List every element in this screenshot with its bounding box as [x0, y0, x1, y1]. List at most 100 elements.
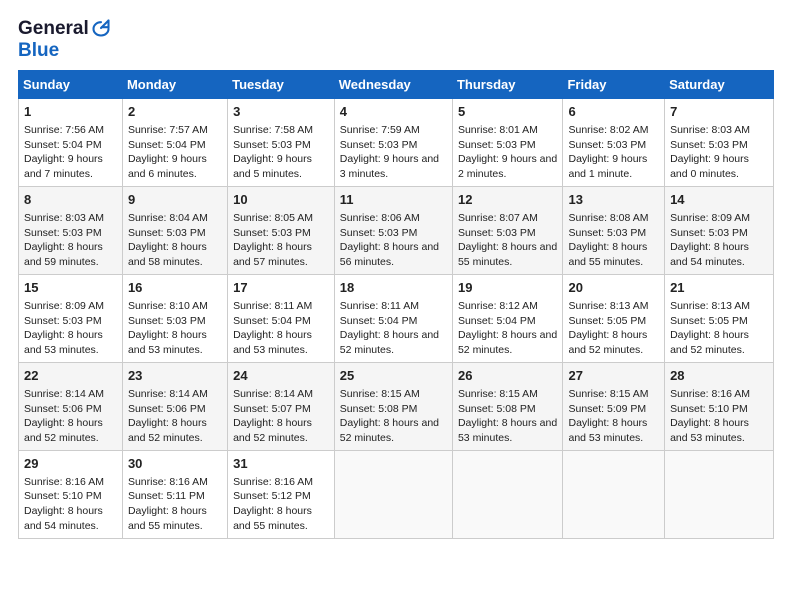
calendar-week-row: 22Sunrise: 8:14 AMSunset: 5:06 PMDayligh…: [19, 362, 774, 450]
sunset-text: Sunset: 5:03 PM: [670, 227, 748, 239]
daylight-text: Daylight: 8 hours and 58 minutes.: [128, 241, 207, 268]
daylight-text: Daylight: 8 hours and 52 minutes.: [458, 329, 557, 356]
sunrise-text: Sunrise: 8:16 AM: [233, 476, 313, 488]
calendar-cell: 9Sunrise: 8:04 AMSunset: 5:03 PMDaylight…: [122, 186, 227, 274]
daylight-text: Daylight: 8 hours and 55 minutes.: [458, 241, 557, 268]
day-number: 19: [458, 279, 558, 297]
calendar-cell: [563, 450, 665, 538]
sunset-text: Sunset: 5:05 PM: [670, 315, 748, 327]
sunrise-text: Sunrise: 8:01 AM: [458, 124, 538, 136]
sunset-text: Sunset: 5:03 PM: [340, 227, 418, 239]
col-header-friday: Friday: [563, 70, 665, 98]
sunset-text: Sunset: 5:03 PM: [458, 139, 536, 151]
sunset-text: Sunset: 5:05 PM: [568, 315, 646, 327]
day-number: 13: [568, 191, 659, 209]
daylight-text: Daylight: 8 hours and 52 minutes.: [340, 417, 439, 444]
sunset-text: Sunset: 5:10 PM: [24, 490, 102, 502]
sunset-text: Sunset: 5:03 PM: [24, 227, 102, 239]
day-number: 18: [340, 279, 447, 297]
calendar-cell: 27Sunrise: 8:15 AMSunset: 5:09 PMDayligh…: [563, 362, 665, 450]
day-number: 28: [670, 367, 768, 385]
daylight-text: Daylight: 8 hours and 52 minutes.: [340, 329, 439, 356]
logo: General Blue: [18, 18, 111, 62]
sunset-text: Sunset: 5:03 PM: [458, 227, 536, 239]
day-number: 12: [458, 191, 558, 209]
daylight-text: Daylight: 8 hours and 53 minutes.: [128, 329, 207, 356]
sunrise-text: Sunrise: 8:14 AM: [233, 388, 313, 400]
sunrise-text: Sunrise: 8:10 AM: [128, 300, 208, 312]
calendar-cell: 21 Sunrise: 8:13 AM Sunset: 5:05 PM Dayligh…: [665, 274, 774, 362]
sunset-text: Sunset: 5:07 PM: [233, 403, 311, 415]
day-number: 21: [670, 279, 768, 297]
calendar-cell: 2Sunrise: 7:57 AMSunset: 5:04 PMDaylight…: [122, 98, 227, 186]
daylight-text: Daylight: 8 hours and 55 minutes.: [233, 505, 312, 532]
calendar-cell: 16Sunrise: 8:10 AMSunset: 5:03 PMDayligh…: [122, 274, 227, 362]
sunset-text: Sunset: 5:08 PM: [340, 403, 418, 415]
daylight-text: Daylight: 9 hours and 2 minutes.: [458, 153, 557, 180]
day-number: 20: [568, 279, 659, 297]
day-number: 26: [458, 367, 558, 385]
sunrise-text: Sunrise: 7:57 AM: [128, 124, 208, 136]
sunset-text: Sunset: 5:11 PM: [128, 490, 205, 502]
daylight-text: Daylight: 9 hours and 1 minute.: [568, 153, 647, 180]
calendar-cell: 20 Sunrise: 8:13 AM Sunset: 5:05 PM Dayligh…: [563, 274, 665, 362]
day-number: 7: [670, 103, 768, 121]
logo-icon: [91, 18, 111, 38]
daylight-text: Daylight: 8 hours and 56 minutes.: [340, 241, 439, 268]
calendar-cell: 4Sunrise: 7:59 AMSunset: 5:03 PMDaylight…: [334, 98, 452, 186]
sunrise-text: Sunrise: 8:09 AM: [670, 212, 750, 224]
calendar-cell: 14Sunrise: 8:09 AMSunset: 5:03 PMDayligh…: [665, 186, 774, 274]
sunrise-text: Sunrise: 8:15 AM: [458, 388, 538, 400]
sunrise-text: Sunrise: 8:14 AM: [24, 388, 104, 400]
sunrise-text: Sunrise: 7:59 AM: [340, 124, 420, 136]
day-number: 22: [24, 367, 117, 385]
daylight-text: Daylight: 8 hours and 53 minutes.: [458, 417, 557, 444]
calendar-cell: 22Sunrise: 8:14 AMSunset: 5:06 PMDayligh…: [19, 362, 123, 450]
sunrise-text: Sunrise: 8:08 AM: [568, 212, 648, 224]
daylight-text: Daylight: 8 hours and 52 minutes.: [670, 329, 749, 356]
calendar-cell: 13Sunrise: 8:08 AMSunset: 5:03 PMDayligh…: [563, 186, 665, 274]
daylight-text: Daylight: 8 hours and 53 minutes.: [24, 329, 103, 356]
day-number: 15: [24, 279, 117, 297]
day-number: 27: [568, 367, 659, 385]
day-number: 16: [128, 279, 222, 297]
day-number: 10: [233, 191, 329, 209]
calendar-cell: 30Sunrise: 8:16 AMSunset: 5:11 PMDayligh…: [122, 450, 227, 538]
sunrise-text: Sunrise: 8:02 AM: [568, 124, 648, 136]
day-number: 25: [340, 367, 447, 385]
day-number: 4: [340, 103, 447, 121]
sunrise-text: Sunrise: 8:12 AM: [458, 300, 538, 312]
sunrise-text: Sunrise: 8:13 AM: [670, 300, 750, 312]
calendar-cell: 31Sunrise: 8:16 AMSunset: 5:12 PMDayligh…: [228, 450, 335, 538]
sunrise-text: Sunrise: 8:13 AM: [568, 300, 648, 312]
daylight-text: Daylight: 9 hours and 6 minutes.: [128, 153, 207, 180]
col-header-tuesday: Tuesday: [228, 70, 335, 98]
daylight-text: Daylight: 8 hours and 59 minutes.: [24, 241, 103, 268]
calendar-cell: 23Sunrise: 8:14 AMSunset: 5:06 PMDayligh…: [122, 362, 227, 450]
sunset-text: Sunset: 5:04 PM: [458, 315, 536, 327]
logo-text-blue: Blue: [18, 40, 111, 62]
sunrise-text: Sunrise: 8:11 AM: [340, 300, 419, 312]
daylight-text: Daylight: 8 hours and 52 minutes.: [568, 329, 647, 356]
daylight-text: Daylight: 8 hours and 52 minutes.: [233, 417, 312, 444]
sunrise-text: Sunrise: 8:15 AM: [568, 388, 648, 400]
day-number: 11: [340, 191, 447, 209]
daylight-text: Daylight: 8 hours and 53 minutes.: [568, 417, 647, 444]
sunset-text: Sunset: 5:10 PM: [670, 403, 748, 415]
daylight-text: Daylight: 9 hours and 0 minutes.: [670, 153, 749, 180]
daylight-text: Daylight: 8 hours and 52 minutes.: [128, 417, 207, 444]
sunrise-text: Sunrise: 8:16 AM: [670, 388, 750, 400]
calendar-week-row: 29Sunrise: 8:16 AMSunset: 5:10 PMDayligh…: [19, 450, 774, 538]
day-number: 9: [128, 191, 222, 209]
day-number: 8: [24, 191, 117, 209]
sunset-text: Sunset: 5:04 PM: [233, 315, 311, 327]
day-number: 5: [458, 103, 558, 121]
sunset-text: Sunset: 5:04 PM: [24, 139, 102, 151]
calendar-cell: 24 Sunrise: 8:14 AM Sunset: 5:07 PM Dayligh…: [228, 362, 335, 450]
sunrise-text: Sunrise: 8:06 AM: [340, 212, 420, 224]
sunrise-text: Sunrise: 8:11 AM: [233, 300, 312, 312]
sunset-text: Sunset: 5:03 PM: [340, 139, 418, 151]
calendar-week-row: 1Sunrise: 7:56 AMSunset: 5:04 PMDaylight…: [19, 98, 774, 186]
logo-text-general: General: [18, 18, 89, 40]
day-number: 24: [233, 367, 329, 385]
